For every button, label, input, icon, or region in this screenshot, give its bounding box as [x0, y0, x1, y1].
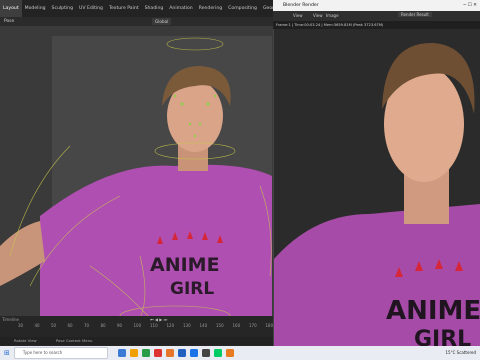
- workspace-tabs: Layout Modeling Sculpting UV Editing Texture…: [0, 0, 273, 17]
- workspace-tab[interactable]: Geometry Nodes: [260, 0, 273, 17]
- workspace-tab[interactable]: Layout: [0, 0, 22, 17]
- workspace-tab[interactable]: Animation: [166, 0, 195, 17]
- timeline-tick: 70: [84, 323, 90, 328]
- render-window-titlebar: Blender Render ─ ☐ ✕: [273, 0, 480, 11]
- taskbar-search-input[interactable]: Type here to search: [13, 347, 108, 359]
- viewport-header: [0, 17, 273, 26]
- workspace-tab[interactable]: Shading: [142, 0, 167, 17]
- search-placeholder: Type here to search: [22, 350, 63, 355]
- weather-widget[interactable]: 15°C Scattered: [446, 350, 477, 355]
- taskbar-app-icon[interactable]: [225, 349, 234, 357]
- timeline-tick: 110: [150, 323, 158, 328]
- render-info: Frame:1 | Time:00:03.24 | Mem:3659.81M (…: [273, 21, 480, 29]
- taskbar: ⊞ Type here to search: [0, 346, 480, 360]
- render-result-image: ANIME GIRL: [274, 29, 480, 346]
- taskbar-app-icon[interactable]: [189, 349, 198, 357]
- render-shirt-line1: ANIME: [386, 296, 480, 326]
- timeline-label: Timeline: [2, 317, 20, 322]
- transform-orientation-dropdown[interactable]: Global: [152, 18, 172, 25]
- taskbar-app-icon[interactable]: [117, 349, 126, 357]
- render-info-text: Frame:1 | Time:00:03.24 | Mem:3659.81M (…: [276, 23, 384, 27]
- viewport-character: [0, 66, 272, 318]
- status-bar: Rotate View Pose Context Menu: [0, 337, 273, 345]
- workspace-tab[interactable]: Rendering: [196, 0, 225, 17]
- timeline-tick: 40: [34, 323, 40, 328]
- taskbar-app-icon[interactable]: [201, 349, 210, 357]
- timeline-tick: 90: [117, 323, 123, 328]
- timeline-tick: 140: [199, 323, 208, 328]
- menu-view[interactable]: View: [293, 13, 303, 18]
- mode-selector[interactable]: Pose: [4, 17, 14, 26]
- taskbar-app-icon[interactable]: [129, 349, 138, 357]
- taskbar-app-icon[interactable]: [213, 349, 222, 357]
- workspace-tab[interactable]: Compositing: [225, 0, 260, 17]
- timeline-tick: 100: [133, 323, 142, 328]
- taskbar-app-icon[interactable]: [141, 349, 150, 357]
- timeline-tick: 130: [183, 323, 191, 328]
- render-menu: View View Image Render Result: [273, 11, 480, 21]
- timeline-tick: 30: [18, 323, 24, 328]
- render-slot-dropdown[interactable]: Render Result: [398, 12, 432, 17]
- 3d-viewport[interactable]: ANIME GIRL: [0, 26, 273, 318]
- status-rotate: Rotate View: [14, 338, 37, 343]
- timeline-tick: 80: [100, 323, 106, 328]
- taskbar-app-icon[interactable]: [153, 349, 162, 357]
- viewport-shirt-line1: ANIME: [150, 254, 220, 276]
- workspace-tab[interactable]: Sculpting: [49, 0, 76, 17]
- render-shirt-line2: GIRL: [414, 327, 471, 346]
- pinned-apps: [116, 349, 236, 357]
- timeline-tick: 150: [216, 323, 224, 328]
- render-window-title: Blender Render: [283, 3, 319, 8]
- timeline-tick: 120: [166, 323, 175, 328]
- timeline-tick: 50: [51, 323, 57, 328]
- windows-start-icon[interactable]: ⊞: [4, 349, 10, 357]
- workspace-tab[interactable]: Modeling: [22, 0, 49, 17]
- timeline-tick: 60: [67, 323, 73, 328]
- viewport-shirt-line2: GIRL: [170, 279, 214, 299]
- system-tray: 15°C Scattered: [446, 346, 477, 360]
- status-context: Pose Context Menu: [55, 338, 93, 343]
- workspace-tab[interactable]: Texture Paint: [106, 0, 142, 17]
- timeline-tick: 170: [249, 323, 257, 328]
- pose-rig-overlay: ANIME GIRL: [0, 37, 272, 318]
- playback-controls[interactable]: ⏮ ◀ ▶ ⏭: [150, 317, 167, 322]
- taskbar-app-icon[interactable]: [165, 349, 174, 357]
- menu-image[interactable]: Image: [326, 13, 339, 18]
- menu-view-2[interactable]: View: [313, 13, 323, 18]
- timeline-tick: 180: [265, 323, 274, 328]
- window-controls[interactable]: ─ ☐ ✕: [463, 0, 477, 11]
- workspace-tab[interactable]: UV Editing: [76, 0, 106, 17]
- timeline-tick: 160: [232, 323, 241, 328]
- taskbar-app-icon[interactable]: [177, 349, 186, 357]
